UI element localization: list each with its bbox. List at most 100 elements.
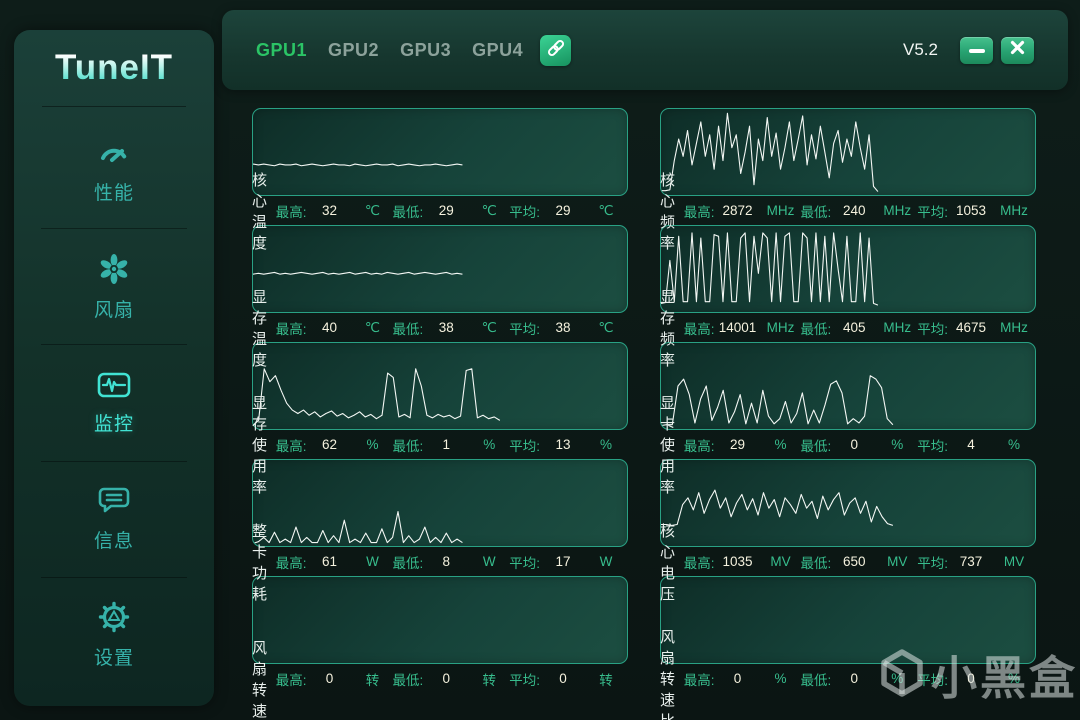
stat-avg-value: 1053 <box>948 203 994 218</box>
stat-min-label: 最低: <box>392 318 423 338</box>
stat-min-unit: ℃ <box>469 320 509 336</box>
chart-card: 核心温度 最高: 32 ℃ 最低: 29 ℃ 平均: 29 ℃ <box>252 108 628 225</box>
stat-min-value: 650 <box>831 554 877 569</box>
chart-title: 风扇转速比 <box>660 626 684 720</box>
sidebar-item-label: 性能 <box>94 178 134 205</box>
stat-min-value: 29 <box>423 203 469 218</box>
chart-panel <box>252 225 628 313</box>
sidebar-item-info[interactable]: 信息 <box>14 462 214 578</box>
stat-avg-value: 29 <box>540 203 586 218</box>
sidebar-item-performance[interactable]: 性能 <box>14 113 214 229</box>
stat-max-unit: ℃ <box>352 203 392 219</box>
stat-max-label: 最高: <box>276 552 307 572</box>
chart-title: 风扇转速 <box>252 637 276 720</box>
stat-avg-label: 平均: <box>509 435 540 455</box>
close-button[interactable] <box>1001 37 1034 64</box>
stat-avg-label: 平均: <box>917 201 948 221</box>
chart-card: 显存温度 最高: 40 ℃ 最低: 38 ℃ 平均: 38 ℃ <box>252 225 628 342</box>
stat-min-unit: % <box>469 437 509 452</box>
stat-avg-unit: % <box>994 671 1034 686</box>
stat-max-value: 61 <box>306 554 352 569</box>
chart-line <box>253 369 500 426</box>
chart-card: 风扇转速 最高: 0 转 最低: 0 转 平均: 0 转 <box>252 576 628 693</box>
stat-max-value: 1035 <box>714 554 760 569</box>
tab-gpu3[interactable]: GPU3 <box>400 40 451 61</box>
stat-min-label: 最低: <box>392 201 423 221</box>
gauge-icon <box>98 138 130 168</box>
sidebar-item-settings[interactable]: 设置 <box>14 578 214 694</box>
chart-stat-row: 显存温度 最高: 40 ℃ 最低: 38 ℃ 平均: 38 ℃ <box>252 313 628 342</box>
stat-max-unit: MHz <box>760 203 800 218</box>
stat-avg-value: 0 <box>540 671 586 686</box>
stat-min-value: 240 <box>831 203 877 218</box>
fan-icon <box>98 253 130 285</box>
chart-title: 显存温度 <box>252 286 276 370</box>
stat-avg-label: 平均: <box>917 318 948 338</box>
stat-avg-unit: W <box>586 554 626 569</box>
sidebar-item-monitor[interactable]: 监控 <box>14 345 214 461</box>
stat-min-unit: % <box>877 437 917 452</box>
tab-gpu2[interactable]: GPU2 <box>328 40 379 61</box>
sidebar-item-fan[interactable]: 风扇 <box>14 229 214 345</box>
stat-min-label: 最低: <box>392 669 423 689</box>
tab-gpu4[interactable]: GPU4 <box>472 40 523 61</box>
chart-panel <box>252 108 628 196</box>
gpu-tabs: GPU1 GPU2 GPU3 GPU4 <box>256 40 523 61</box>
stat-max-label: 最高: <box>276 669 307 689</box>
minimize-button[interactable] <box>960 37 993 64</box>
chart-panel <box>660 342 1036 430</box>
stat-min-label: 最低: <box>392 435 423 455</box>
stat-max-label: 最高: <box>684 318 715 338</box>
stat-max-value: 40 <box>306 320 352 335</box>
app-logo-text: TuneIT <box>55 48 173 88</box>
stat-avg-unit: ℃ <box>586 320 626 336</box>
chart-title: 核心温度 <box>252 169 276 253</box>
stat-max-label: 最高: <box>684 552 715 572</box>
chart-stat-row: 风扇转速比 最高: 0 % 最低: 0 % 平均: 0 % <box>660 664 1036 693</box>
stat-avg-label: 平均: <box>917 669 948 689</box>
link-sync-button[interactable] <box>540 35 571 66</box>
sidebar-item-label: 设置 <box>94 643 134 670</box>
stat-avg-value: 38 <box>540 320 586 335</box>
chart-title: 显存频率 <box>660 286 684 370</box>
stat-max-unit: MHz <box>760 320 800 335</box>
tab-gpu1[interactable]: GPU1 <box>256 40 307 61</box>
chart-card: 核心频率 最高: 2872 MHz 最低: 240 MHz 平均: 1053 M… <box>660 108 1036 225</box>
stat-avg-label: 平均: <box>509 201 540 221</box>
sidebar: TuneIT 性能 <box>14 30 214 706</box>
chart-title: 核心电压 <box>660 520 684 604</box>
chart-panel <box>660 108 1036 196</box>
stat-avg-unit: MHz <box>994 320 1034 335</box>
chart-card: 整卡功耗 最高: 61 W 最低: 8 W 平均: 17 W <box>252 459 628 576</box>
stat-max-label: 最高: <box>276 435 307 455</box>
stat-min-unit: MV <box>877 554 917 569</box>
stat-max-value: 29 <box>714 437 760 452</box>
charts-column-left: 核心温度 最高: 32 ℃ 最低: 29 ℃ 平均: 29 ℃ 显存温度 最高:… <box>252 108 628 693</box>
stat-avg-unit: 转 <box>586 669 626 689</box>
chart-panel <box>660 225 1036 313</box>
chart-line <box>661 376 893 426</box>
sidebar-nav: 性能 风扇 <box>14 107 214 706</box>
stat-max-unit: W <box>352 554 392 569</box>
stat-min-value: 1 <box>423 437 469 452</box>
chart-stat-row: 风扇转速 最高: 0 转 最低: 0 转 平均: 0 转 <box>252 664 628 693</box>
minimize-icon <box>968 41 986 59</box>
stat-min-value: 8 <box>423 554 469 569</box>
stat-avg-value: 4 <box>948 437 994 452</box>
charts-column-right: 核心频率 最高: 2872 MHz 最低: 240 MHz 平均: 1053 M… <box>660 108 1036 693</box>
chart-title: 核心频率 <box>660 169 684 253</box>
chart-title: 显存使用率 <box>252 392 276 497</box>
chart-stat-row: 显存使用率 最高: 62 % 最低: 1 % 平均: 13 % <box>252 430 628 459</box>
chart-line <box>661 490 893 525</box>
stat-avg-value: 13 <box>540 437 586 452</box>
stat-avg-value: 0 <box>948 671 994 686</box>
stat-min-label: 最低: <box>800 318 831 338</box>
stat-max-value: 0 <box>306 671 352 686</box>
stat-min-label: 最低: <box>800 669 831 689</box>
chart-stat-row: 核心温度 最高: 32 ℃ 最低: 29 ℃ 平均: 29 ℃ <box>252 196 628 225</box>
stat-avg-unit: MHz <box>994 203 1034 218</box>
stat-min-label: 最低: <box>800 552 831 572</box>
stat-min-unit: MHz <box>877 320 917 335</box>
chart-card: 显存频率 最高: 14001 MHz 最低: 405 MHz 平均: 4675 … <box>660 225 1036 342</box>
stat-min-unit: MHz <box>877 203 917 218</box>
